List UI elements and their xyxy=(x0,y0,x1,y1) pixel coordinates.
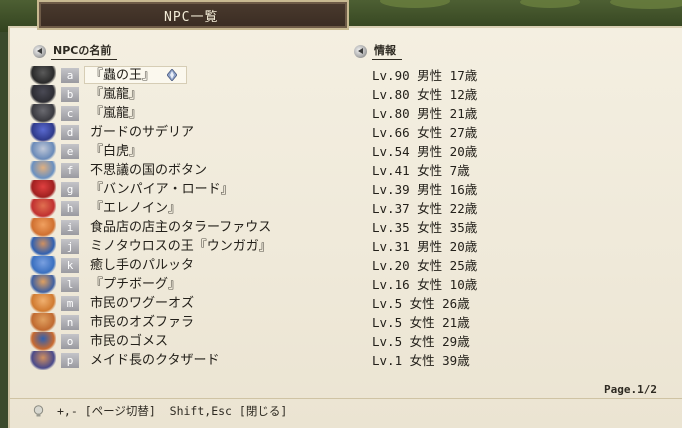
npc-name: 市民のオズファラ xyxy=(90,315,195,330)
info-column-header: 情報 xyxy=(354,42,402,60)
npc-row-n[interactable]: n 市民のオズファラ Lv.5 女性 21歳 xyxy=(0,313,682,332)
npc-name: 市民のゴメス xyxy=(90,334,169,349)
npc-info: Lv.1 女性 39歳 xyxy=(372,353,470,368)
npc-key-badge[interactable]: b xyxy=(61,87,79,102)
npc-info: Lv.39 男性 16歳 xyxy=(372,182,478,197)
npc-row-f[interactable]: f 不思議の国のボタン Lv.41 女性 7歳 xyxy=(0,161,682,180)
npc-key-badge[interactable]: m xyxy=(61,296,79,311)
npc-key-badge[interactable]: d xyxy=(61,125,79,140)
npc-row-m[interactable]: m 市民のワグーオズ Lv.5 女性 26歳 xyxy=(0,294,682,313)
npc-key-badge[interactable]: n xyxy=(61,315,79,330)
npc-row-i[interactable]: i 食品店の店主のタラーファウス Lv.35 女性 35歳 xyxy=(0,218,682,237)
npc-key-badge[interactable]: k xyxy=(61,258,79,273)
npc-key-badge[interactable]: e xyxy=(61,144,79,159)
npc-info: Lv.35 女性 35歳 xyxy=(372,220,478,235)
npc-info: Lv.31 男性 20歳 xyxy=(372,239,478,254)
npc-info: Lv.20 女性 25歳 xyxy=(372,258,478,273)
moss-decoration xyxy=(520,0,580,8)
npc-info: Lv.5 女性 21歳 xyxy=(372,315,470,330)
npc-name: 『嵐龍』 xyxy=(90,106,143,121)
npc-key-badge[interactable]: j xyxy=(61,239,79,254)
npc-name: 食品店の店主のタラーファウス xyxy=(90,220,272,235)
npc-row-p[interactable]: p メイド長のクタザード Lv.1 女性 39歳 xyxy=(0,351,682,370)
npc-key-badge[interactable]: i xyxy=(61,220,79,235)
npc-key-badge[interactable]: g xyxy=(61,182,79,197)
page-indicator: Page.1/2 xyxy=(604,383,657,396)
npc-row-c[interactable]: c 『嵐龍』 Lv.80 男性 21歳 xyxy=(0,104,682,123)
npc-row-b[interactable]: b 『嵐龍』 Lv.80 女性 12歳 xyxy=(0,85,682,104)
npc-row-l[interactable]: l 『プチボーグ』 Lv.16 女性 10歳 xyxy=(0,275,682,294)
npc-name: ガードのサデリア xyxy=(90,125,195,140)
npc-name: 癒し手のパルッタ xyxy=(90,258,195,273)
npc-info: Lv.41 女性 7歳 xyxy=(372,163,470,178)
key-hint-text: +,- [ページ切替] Shift,Esc [閉じる] xyxy=(57,404,288,418)
npc-row-a[interactable]: a 『蟲の王』 Lv.90 男性 17歳 xyxy=(0,66,682,85)
name-column-label: NPCの名前 xyxy=(51,42,118,60)
npc-name: 不思議の国のボタン xyxy=(90,163,208,178)
key-hint-bar: +,- [ページ切替] Shift,Esc [閉じる] xyxy=(32,402,287,420)
npc-info: Lv.16 女性 10歳 xyxy=(372,277,478,292)
window-title: NPC一覧 xyxy=(37,0,349,30)
window-title-text: NPC一覧 xyxy=(164,9,219,25)
lightbulb-icon xyxy=(33,404,44,416)
npc-key-badge[interactable]: a xyxy=(61,68,79,83)
npc-info: Lv.90 男性 17歳 xyxy=(372,68,478,83)
npc-name: メイド長のクタザード xyxy=(90,353,220,368)
npc-row-d[interactable]: d ガードのサデリア Lv.66 女性 27歳 xyxy=(0,123,682,142)
name-column-header: NPCの名前 xyxy=(33,42,118,60)
moss-decoration xyxy=(610,0,682,9)
npc-key-badge[interactable]: f xyxy=(61,163,79,178)
npc-key-badge[interactable]: h xyxy=(61,201,79,216)
npc-name: 『蟲の王』 xyxy=(90,68,156,83)
npc-name: 『白虎』 xyxy=(90,144,143,159)
npc-info: Lv.54 男性 20歳 xyxy=(372,144,478,159)
npc-key-badge[interactable]: p xyxy=(61,353,79,368)
arrow-bullet-icon xyxy=(33,44,46,58)
npc-name: 『プチボーグ』 xyxy=(90,277,182,292)
npc-name: 『エレノイン』 xyxy=(90,201,182,216)
npc-info: Lv.80 女性 12歳 xyxy=(372,87,478,102)
npc-info: Lv.5 女性 26歳 xyxy=(372,296,470,311)
npc-name: 市民のワグーオズ xyxy=(90,296,195,311)
npc-name: ミノタウロスの王『ウンガガ』 xyxy=(90,239,272,254)
npc-info: Lv.66 女性 27歳 xyxy=(372,125,478,140)
npc-key-badge[interactable]: o xyxy=(61,334,79,349)
npc-key-badge[interactable]: l xyxy=(61,277,79,292)
npc-row-o[interactable]: o 市民のゴメス Lv.5 女性 29歳 xyxy=(0,332,682,351)
npc-key-badge[interactable]: c xyxy=(61,106,79,121)
npc-info: Lv.80 男性 21歳 xyxy=(372,106,478,121)
npc-row-j[interactable]: j ミノタウロスの王『ウンガガ』 Lv.31 男性 20歳 xyxy=(0,237,682,256)
diamond-cursor-icon xyxy=(167,69,177,81)
moss-decoration xyxy=(380,0,450,8)
npc-info: Lv.5 女性 29歳 xyxy=(372,334,470,349)
npc-row-h[interactable]: h 『エレノイン』 Lv.37 女性 22歳 xyxy=(0,199,682,218)
npc-info: Lv.37 女性 22歳 xyxy=(372,201,478,216)
npc-row-g[interactable]: g 『バンパイア・ロード』 Lv.39 男性 16歳 xyxy=(0,180,682,199)
footer-divider xyxy=(10,398,682,399)
npc-name: 『嵐龍』 xyxy=(90,87,143,102)
arrow-bullet-icon xyxy=(354,44,367,58)
info-column-label: 情報 xyxy=(372,42,402,60)
npc-row-e[interactable]: e 『白虎』 Lv.54 男性 20歳 xyxy=(0,142,682,161)
npc-row-k[interactable]: k 癒し手のパルッタ Lv.20 女性 25歳 xyxy=(0,256,682,275)
npc-name: 『バンパイア・ロード』 xyxy=(90,182,234,197)
